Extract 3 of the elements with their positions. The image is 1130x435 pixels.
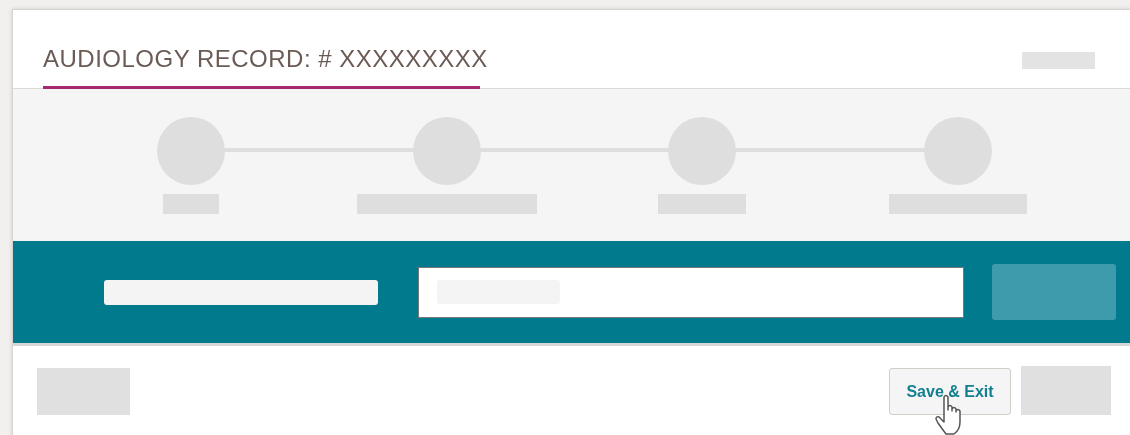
input-field[interactable] [418, 266, 964, 318]
save-exit-button[interactable]: Save & Exit [889, 368, 1011, 415]
record-title: AUDIOLOGY RECORD: # XXXXXXXXX [43, 44, 488, 74]
